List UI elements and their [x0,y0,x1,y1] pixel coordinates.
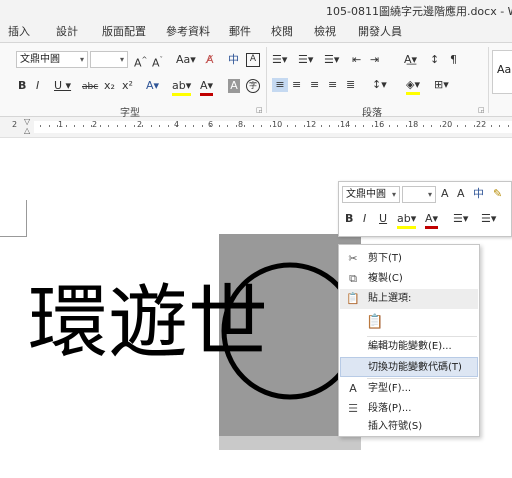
highlight-icon[interactable]: ab▾ [397,212,417,229]
copy-icon: ⧉ [349,272,357,285]
scissors-icon: ✂ [348,252,358,265]
bullets-icon[interactable]: ☰▾ [453,212,468,226]
menu-item-label: 貼上選項: [368,293,412,304]
menu-item-label: 剪下(T) [368,253,402,264]
bold-icon[interactable]: B [345,212,353,226]
paste-icon: 📋 [346,292,360,305]
grow-font-icon[interactable]: A [441,187,449,201]
enclosing-circle-icon [221,262,359,400]
menu-item-label: 段落(P)... [368,403,412,414]
menu-item-paste-options: 📋 貼上選項: [340,289,478,309]
menu-item-cut[interactable]: ✂ 剪下(T) [340,249,478,269]
menu-item-label: 切換功能變數代碼(T) [368,362,462,373]
phonetic-guide-icon[interactable]: 中 [473,187,484,201]
font-icon: A [349,382,357,395]
font-color-icon[interactable]: A▾ [425,212,439,229]
numbering-icon[interactable]: ☰▾ [481,212,496,226]
chevron-down-icon: ▾ [391,190,396,199]
menu-item-copy[interactable]: ⧉ 複製(C) [340,269,478,289]
menu-item-font[interactable]: A 字型(F)... [340,379,478,399]
paste-keep-icon: 📋 [366,314,384,330]
format-painter-icon[interactable]: ✎ [493,187,502,201]
italic-icon[interactable]: I [363,212,366,226]
menu-item-label: 插入符號(S) [368,421,423,432]
menu-item-toggle-field-codes[interactable]: 切換功能變數代碼(T) [340,357,478,377]
menu-item-label: 字型(F)... [368,383,412,394]
chevron-down-icon: ▾ [427,190,432,199]
shrink-font-icon[interactable]: A [457,187,465,201]
mini-font-size-combo[interactable]: ▾ [402,186,436,203]
menu-item-edit-field[interactable]: 編輯功能變數(E)... [340,337,478,357]
paragraph-icon: ☰ [348,402,358,415]
mini-toolbar: 文鼎中圓 ▾ ▾ A A 中 ✎ B I U ab▾ A▾ ☰▾ ☰▾ [338,181,512,237]
menu-item-paragraph[interactable]: ☰ 段落(P)... [340,399,478,419]
mini-font-name-value: 文鼎中圓 [346,189,386,200]
context-menu: ✂ 剪下(T) ⧉ 複製(C) 📋 貼上選項: 📋 編輯功能變數(E)... 切… [338,244,480,437]
mini-font-name-combo[interactable]: 文鼎中圓 ▾ [342,186,400,203]
menu-item-label: 複製(C) [368,273,403,284]
menu-item-insert-symbol[interactable]: 插入符號(S) [340,417,478,437]
paste-keep-formatting-button[interactable]: 📋 [340,309,478,335]
underline-icon[interactable]: U [379,212,387,226]
menu-item-label: 編輯功能變數(E)... [368,341,452,352]
